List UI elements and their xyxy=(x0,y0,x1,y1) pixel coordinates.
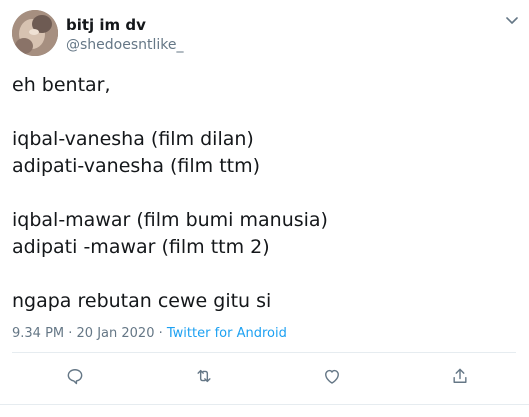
share-icon xyxy=(453,368,467,383)
tweet-line xyxy=(12,99,512,126)
heart-icon xyxy=(325,369,339,384)
divider xyxy=(12,352,516,353)
retweet-icon xyxy=(197,369,211,383)
tweet-line: ngapa rebutan cewe gitu si xyxy=(12,290,272,312)
share-button[interactable] xyxy=(449,365,471,387)
tweet-line: adipati -mawar (film ttm 2) xyxy=(12,236,270,258)
meta-separator: · xyxy=(154,326,167,341)
tweet-line xyxy=(12,261,512,288)
tweet-meta: 9.34 PM · 20 Jan 2020 · Twitter for Andr… xyxy=(12,326,287,341)
source-link[interactable]: Twitter for Android xyxy=(167,326,287,341)
timestamp[interactable]: 9.34 PM · 20 Jan 2020 xyxy=(12,326,154,341)
author-handle[interactable]: @shedoesntlike_ xyxy=(66,37,184,53)
bottom-divider xyxy=(0,404,529,405)
tweet-text: eh bentar, iqbal-vanesha (film dilan) ad… xyxy=(12,72,512,315)
author-display-name[interactable]: bitj im dv xyxy=(66,16,146,34)
tweet-line: adipati-vanesha (film ttm) xyxy=(12,155,261,177)
chevron-down-icon[interactable] xyxy=(504,14,520,26)
tweet-line: iqbal-vanesha (film dilan) xyxy=(12,128,254,150)
tweet-line: eh bentar, xyxy=(12,74,111,96)
tweet-line xyxy=(12,180,512,207)
avatar-image xyxy=(12,10,58,56)
retweet-button[interactable] xyxy=(193,365,215,387)
avatar[interactable] xyxy=(12,10,58,56)
tweet-line: iqbal-mawar (film bumi manusia) xyxy=(12,209,328,231)
tweet-card: bitj im dv @shedoesntlike_ eh bentar, iq… xyxy=(0,0,529,417)
like-button[interactable] xyxy=(321,365,343,387)
reply-icon xyxy=(67,369,83,385)
reply-button[interactable] xyxy=(64,365,86,387)
